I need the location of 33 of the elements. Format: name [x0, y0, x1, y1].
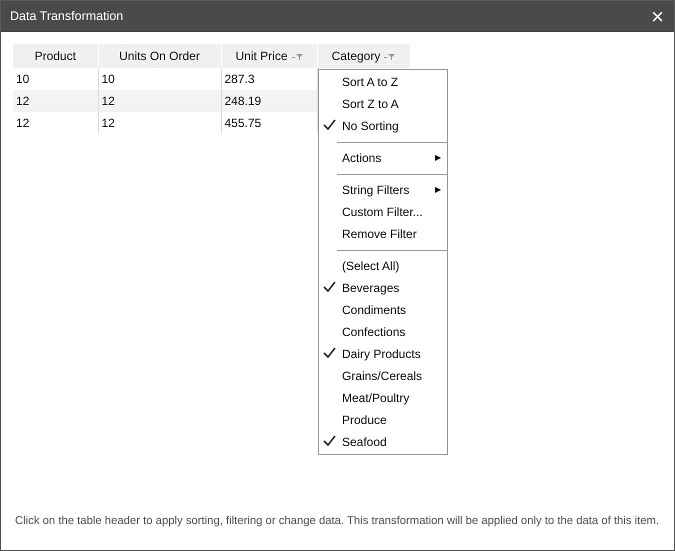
column-header[interactable]: Category [317, 44, 410, 68]
table-cell: 248.19 [221, 90, 317, 112]
menu-item[interactable]: String Filters ▶ [319, 179, 447, 201]
menu-item[interactable]: No Sorting [319, 115, 447, 137]
menu-item[interactable]: (Select All) [319, 255, 447, 277]
window-title: Data Transformation [10, 8, 124, 26]
menu-item[interactable]: Sort Z to A [319, 93, 447, 115]
table-cell: 12 [98, 90, 221, 112]
menu-item[interactable]: Sort A to Z [319, 71, 447, 93]
column-header[interactable]: Unit Price [221, 44, 317, 68]
filter-icon[interactable] [384, 52, 396, 61]
filter-icon[interactable] [292, 52, 302, 61]
menu-item[interactable]: Actions ▶ [319, 147, 447, 169]
hint-text: Click on the table header to apply sorting, filtering or change data. This transformation will be applied only to the data of this item. [14, 514, 660, 530]
menu-item[interactable]: Grains/Cereals [319, 365, 447, 387]
table-cell: 12 [98, 112, 221, 134]
menu-item[interactable]: Remove Filter [319, 223, 447, 245]
column-header[interactable]: Units On Order [98, 44, 221, 68]
table-cell: 12 [13, 112, 98, 134]
table-cell: 12 [13, 90, 98, 112]
menu-item[interactable]: Confections [319, 321, 447, 343]
menu-item[interactable]: Beverages [319, 277, 447, 299]
menu-item[interactable]: Custom Filter... [319, 201, 447, 223]
submenu-arrow: ▶ [435, 152, 441, 164]
table-cell: 455.75 [221, 112, 317, 134]
submenu-arrow: ▶ [435, 184, 441, 196]
menu-item[interactable]: Dairy Products [319, 343, 447, 365]
column-header[interactable]: Product [13, 44, 98, 68]
menu-item[interactable]: Produce [319, 409, 447, 431]
menu-item[interactable]: Meat/Poultry [319, 387, 447, 409]
close-button[interactable]: × [649, 6, 666, 28]
menu-item[interactable]: Condiments [319, 299, 447, 321]
menu-item[interactable]: Seafood [319, 431, 447, 453]
